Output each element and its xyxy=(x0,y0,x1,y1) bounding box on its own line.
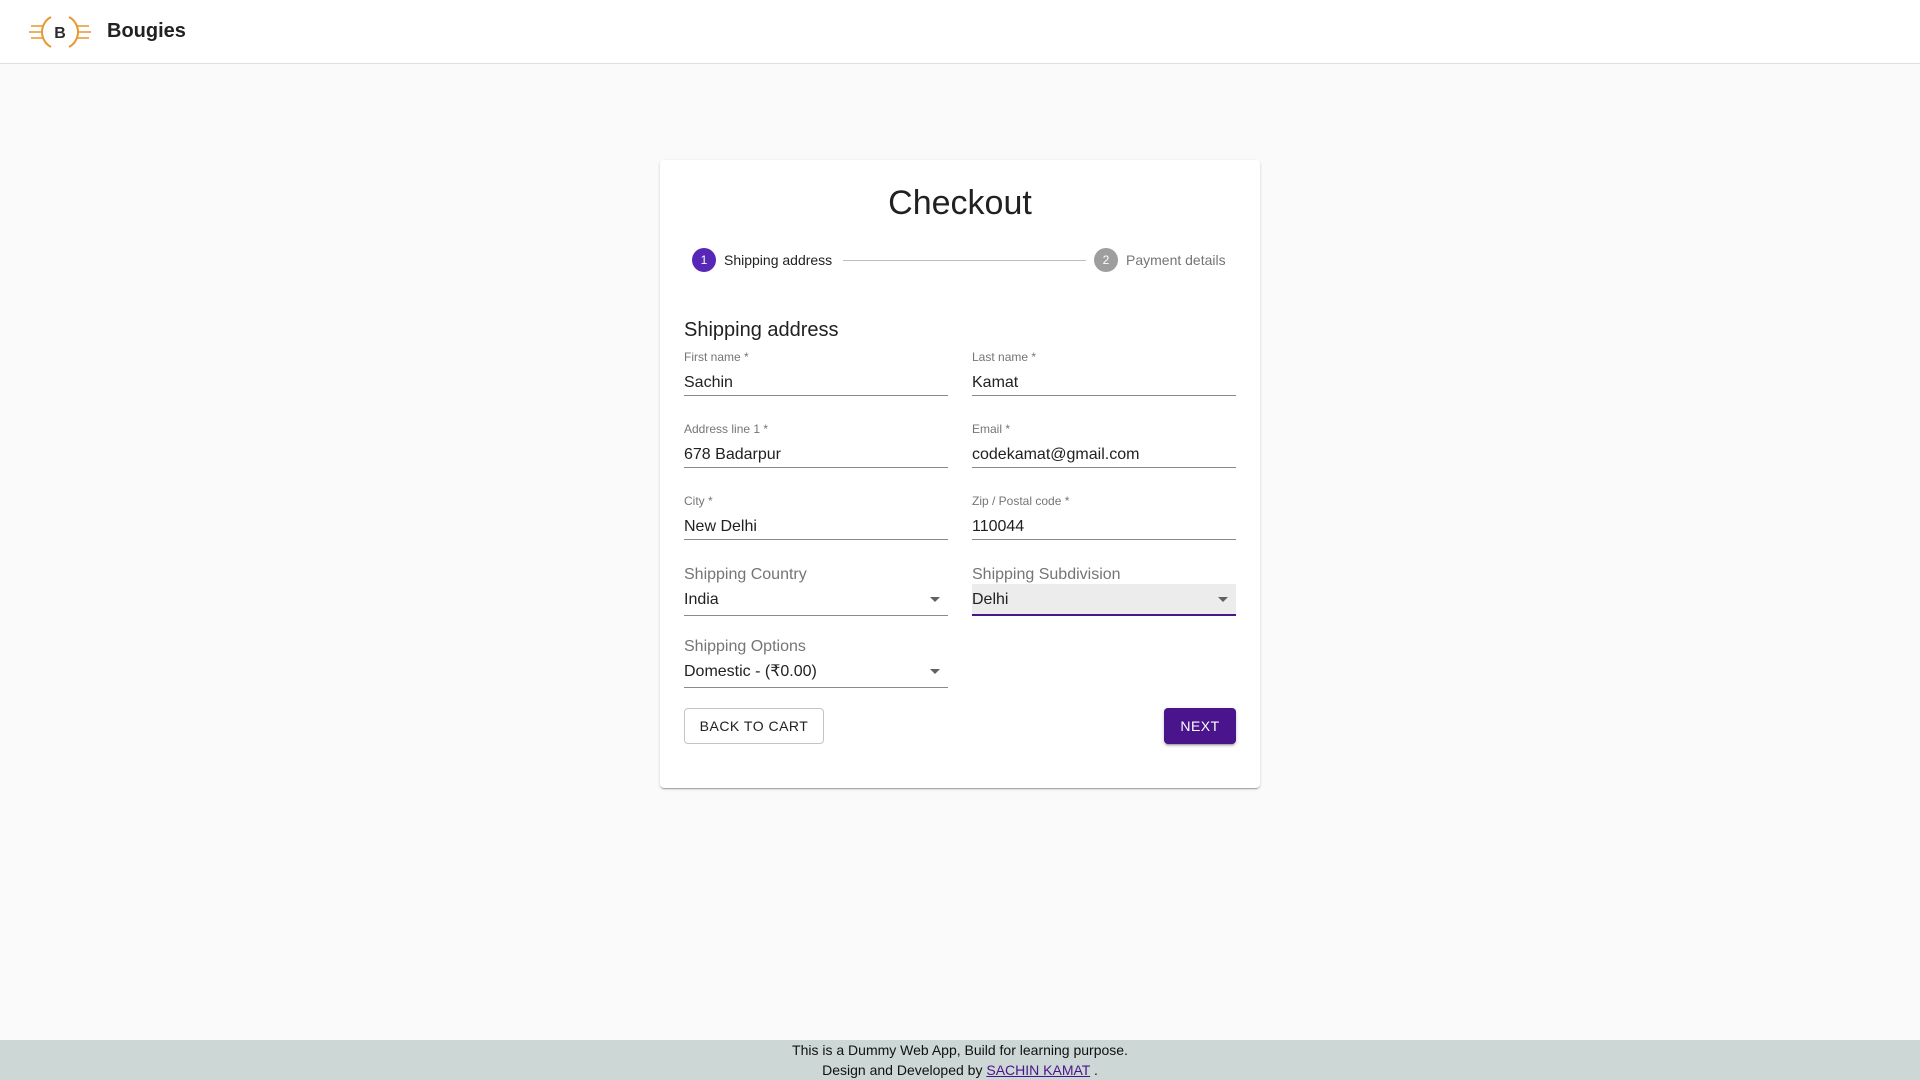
shipping-country-field: Shipping Country India xyxy=(684,566,948,618)
city-input[interactable] xyxy=(684,514,948,540)
email-label: Email * xyxy=(972,422,1011,436)
address-line-1-field: Address line 1 * xyxy=(684,422,948,474)
last-name-input[interactable] xyxy=(972,370,1236,396)
brand-name[interactable]: Bougies xyxy=(107,20,186,43)
chevron-down-icon xyxy=(930,597,940,602)
step-2-indicator: 2 xyxy=(1094,248,1118,272)
address-line-1-label: Address line 1 * xyxy=(684,422,769,436)
shipping-subdivision-select[interactable]: Delhi xyxy=(972,584,1236,616)
shipping-country-select[interactable]: India xyxy=(684,584,948,616)
shipping-subdivision-value: Delhi xyxy=(972,591,1009,608)
footer-disclaimer: This is a Dummy Web App, Build for learn… xyxy=(792,1042,1128,1058)
author-link[interactable]: SACHIN KAMAT xyxy=(986,1062,1090,1078)
logo-letter: B xyxy=(54,25,66,42)
last-name-field: Last name * xyxy=(972,350,1236,402)
step-1-label: Shipping address xyxy=(724,252,833,268)
shipping-subdivision-field: Shipping Subdivision Delhi xyxy=(972,566,1236,618)
address-line-1-input[interactable] xyxy=(684,442,948,468)
shipping-subdivision-label: Shipping Subdivision xyxy=(972,566,1121,583)
back-to-cart-button[interactable]: Back to cart xyxy=(684,708,824,744)
first-name-field: First name * xyxy=(684,350,948,402)
bougies-logo-icon[interactable]: B xyxy=(29,13,91,51)
shipping-country-value: India xyxy=(684,591,719,608)
email-input[interactable] xyxy=(972,442,1236,468)
step-2-label: Payment details xyxy=(1126,252,1226,268)
email-field: Email * xyxy=(972,422,1236,474)
footer: This is a Dummy Web App, Build for learn… xyxy=(0,1040,1920,1080)
step-1-indicator: 1 xyxy=(692,248,716,272)
city-field: City * xyxy=(684,494,948,546)
first-name-input[interactable] xyxy=(684,370,948,396)
footer-credits: Design and Developed by SACHIN KAMAT . xyxy=(0,1060,1920,1080)
first-name-label: First name * xyxy=(684,350,749,364)
next-button[interactable]: Next xyxy=(1164,708,1236,744)
zip-field: Zip / Postal code * xyxy=(972,494,1236,546)
last-name-label: Last name * xyxy=(972,350,1037,364)
shipping-country-label: Shipping Country xyxy=(684,566,807,583)
chevron-down-icon xyxy=(1218,597,1228,602)
footer-credits-prefix: Design and Developed by xyxy=(822,1062,983,1078)
shipping-options-field: Shipping Options Domestic - (₹0.00) xyxy=(684,638,948,690)
zip-label: Zip / Postal code * xyxy=(972,494,1070,508)
zip-input[interactable] xyxy=(972,514,1236,540)
app-header: B Bougies xyxy=(0,0,1920,64)
city-label: City * xyxy=(684,494,713,508)
shipping-options-label: Shipping Options xyxy=(684,638,806,655)
shipping-options-select[interactable]: Domestic - (₹0.00) xyxy=(684,656,948,688)
footer-credits-suffix: . xyxy=(1093,1062,1098,1078)
shipping-options-value: Domestic - (₹0.00) xyxy=(684,663,817,680)
checkout-card: Checkout 1 Shipping address 2 Payment de… xyxy=(660,160,1260,788)
chevron-down-icon xyxy=(930,669,940,674)
section-title: Shipping address xyxy=(684,319,839,341)
stepper-connector xyxy=(843,260,1086,261)
page-title: Checkout xyxy=(888,184,1032,222)
